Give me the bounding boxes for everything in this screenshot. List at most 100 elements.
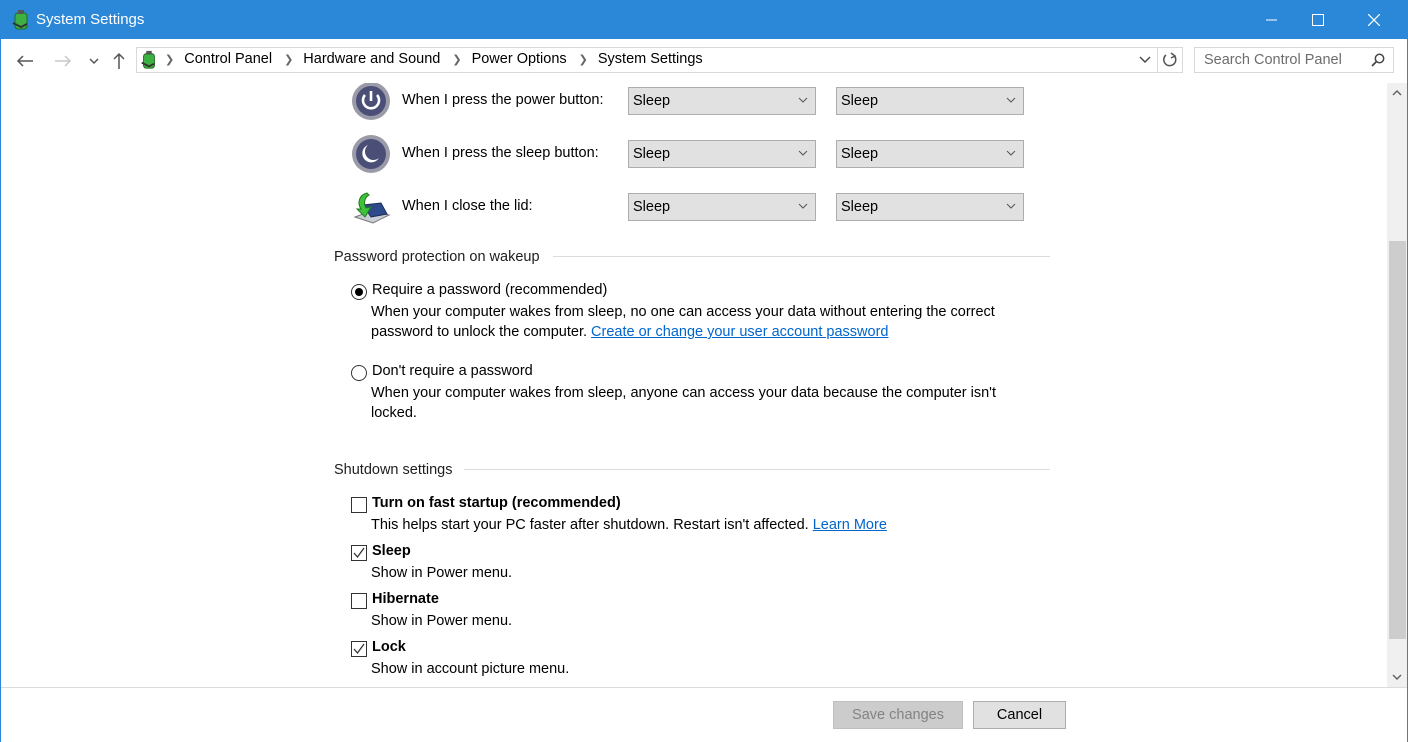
chevron-up-icon	[1392, 90, 1402, 96]
select-value: Sleep	[841, 93, 879, 109]
footer-bar: Save changes Cancel	[1, 687, 1407, 742]
breadcrumb-system-settings[interactable]: System Settings	[598, 51, 703, 67]
chevron-down-icon	[89, 58, 99, 65]
address-history-dropdown[interactable]	[1137, 52, 1153, 68]
up-button[interactable]	[107, 49, 131, 73]
description-line: When your computer wakes from sleep, any…	[371, 385, 996, 401]
search-icon[interactable]	[1371, 53, 1385, 67]
breadcrumb: ❯ Control Panel ❯ Hardware and Sound ❯ P…	[165, 51, 715, 67]
scroll-up-button[interactable]	[1387, 83, 1407, 103]
chevron-right-icon[interactable]: ❯	[579, 53, 588, 66]
chevron-right-icon[interactable]: ❯	[452, 53, 461, 66]
save-changes-button[interactable]: Save changes	[833, 701, 963, 729]
section-divider	[553, 256, 1050, 257]
chevron-right-icon[interactable]: ❯	[165, 53, 174, 66]
sleep-checkbox[interactable]	[351, 545, 367, 561]
description-line: password to unlock the computer.	[371, 324, 588, 340]
up-arrow-icon	[113, 52, 125, 69]
password-section-title: Password protection on wakeup	[334, 249, 540, 265]
chevron-down-icon	[1139, 56, 1151, 63]
checkmark-icon	[353, 643, 365, 655]
sleep-description: Show in Power menu.	[371, 565, 513, 581]
dont-require-password-radio[interactable]	[351, 365, 367, 381]
sleep-button-row: When I press the sleep button: Sleep Sle…	[351, 134, 1051, 174]
system-settings-window: System Settings ❯ Control Panel ❯ Hardwa…	[0, 0, 1408, 742]
power-button-plugged-in-select[interactable]: Sleep	[836, 87, 1024, 115]
recent-locations-button[interactable]	[82, 49, 106, 73]
power-button-on-battery-select[interactable]: Sleep	[628, 87, 816, 115]
select-value: Sleep	[633, 146, 671, 162]
forward-arrow-icon	[55, 55, 72, 67]
refresh-icon	[1163, 52, 1177, 67]
lock-description: Show in account picture menu.	[371, 661, 570, 677]
chevron-down-icon	[1392, 674, 1402, 680]
breadcrumb-control-panel[interactable]: Control Panel	[184, 51, 272, 67]
sleep-button-on-battery-select[interactable]: Sleep	[628, 140, 816, 168]
title-bar[interactable]: System Settings	[1, 1, 1407, 39]
content-pane: When I press the power button: Sleep Sle…	[1, 83, 1387, 687]
option-label[interactable]: Lock	[372, 639, 406, 655]
option-label[interactable]: Require a password (recommended)	[372, 282, 607, 298]
cancel-button[interactable]: Cancel	[973, 701, 1066, 729]
back-arrow-icon	[16, 55, 33, 67]
sleep-button-icon	[352, 135, 390, 173]
hibernate-description: Show in Power menu.	[371, 613, 513, 629]
row-label: When I press the sleep button:	[402, 145, 599, 161]
create-change-password-link[interactable]: Create or change your user account passw…	[591, 324, 888, 340]
window-title: System Settings	[36, 11, 145, 28]
lid-close-on-battery-select[interactable]: Sleep	[628, 193, 816, 221]
breadcrumb-hardware-and-sound[interactable]: Hardware and Sound	[303, 51, 440, 67]
close-icon	[1368, 14, 1380, 26]
select-value: Sleep	[841, 199, 879, 215]
power-options-battery-icon	[141, 50, 155, 69]
lid-close-row: When I close the lid: Sleep Sleep	[351, 187, 1051, 227]
chevron-down-icon	[798, 150, 808, 156]
select-value: Sleep	[633, 199, 671, 215]
option-label[interactable]: Turn on fast startup (recommended)	[372, 495, 621, 511]
power-button-row: When I press the power button: Sleep Sle…	[351, 83, 1051, 121]
chevron-right-icon[interactable]: ❯	[284, 53, 293, 66]
fast-startup-description: This helps start your PC faster after sh…	[371, 515, 887, 535]
laptop-lid-icon	[353, 192, 391, 224]
checkmark-icon	[353, 547, 365, 559]
search-box	[1194, 47, 1394, 73]
option-label[interactable]: Don't require a password	[372, 363, 533, 379]
scrollbar-thumb[interactable]	[1389, 241, 1406, 639]
refresh-button[interactable]	[1158, 47, 1183, 73]
lid-close-plugged-in-select[interactable]: Sleep	[836, 193, 1024, 221]
breadcrumb-power-options[interactable]: Power Options	[472, 51, 567, 67]
minimize-button[interactable]	[1249, 1, 1295, 39]
learn-more-link[interactable]: Learn More	[813, 517, 887, 533]
shutdown-section-title: Shutdown settings	[334, 462, 453, 478]
option-label[interactable]: Sleep	[372, 543, 411, 559]
dont-require-password-description: When your computer wakes from sleep, any…	[371, 383, 996, 423]
vertical-scrollbar[interactable]	[1387, 83, 1407, 687]
close-button[interactable]	[1351, 1, 1397, 39]
maximize-button[interactable]	[1295, 1, 1341, 39]
description-line: locked.	[371, 405, 417, 421]
power-options-battery-icon	[12, 10, 28, 30]
scroll-down-button[interactable]	[1387, 667, 1407, 687]
chevron-down-icon	[1006, 150, 1016, 156]
chevron-down-icon	[1006, 97, 1016, 103]
row-label: When I close the lid:	[402, 198, 533, 214]
minimize-icon	[1266, 19, 1277, 21]
require-password-description: When your computer wakes from sleep, no …	[371, 302, 995, 342]
description-line: This helps start your PC faster after sh…	[371, 517, 809, 533]
chevron-down-icon	[798, 203, 808, 209]
forward-button[interactable]	[51, 49, 75, 73]
hibernate-checkbox[interactable]	[351, 593, 367, 609]
sleep-button-plugged-in-select[interactable]: Sleep	[836, 140, 1024, 168]
lock-checkbox[interactable]	[351, 641, 367, 657]
require-password-radio[interactable]	[351, 284, 367, 300]
address-bar[interactable]: ❯ Control Panel ❯ Hardware and Sound ❯ P…	[136, 47, 1158, 73]
row-label: When I press the power button:	[402, 92, 604, 108]
select-value: Sleep	[841, 146, 879, 162]
back-button[interactable]	[13, 49, 37, 73]
chevron-down-icon	[1006, 203, 1016, 209]
power-button-icon	[352, 83, 390, 120]
chevron-down-icon	[798, 97, 808, 103]
option-label[interactable]: Hibernate	[372, 591, 439, 607]
fast-startup-checkbox[interactable]	[351, 497, 367, 513]
search-input[interactable]	[1195, 48, 1365, 72]
